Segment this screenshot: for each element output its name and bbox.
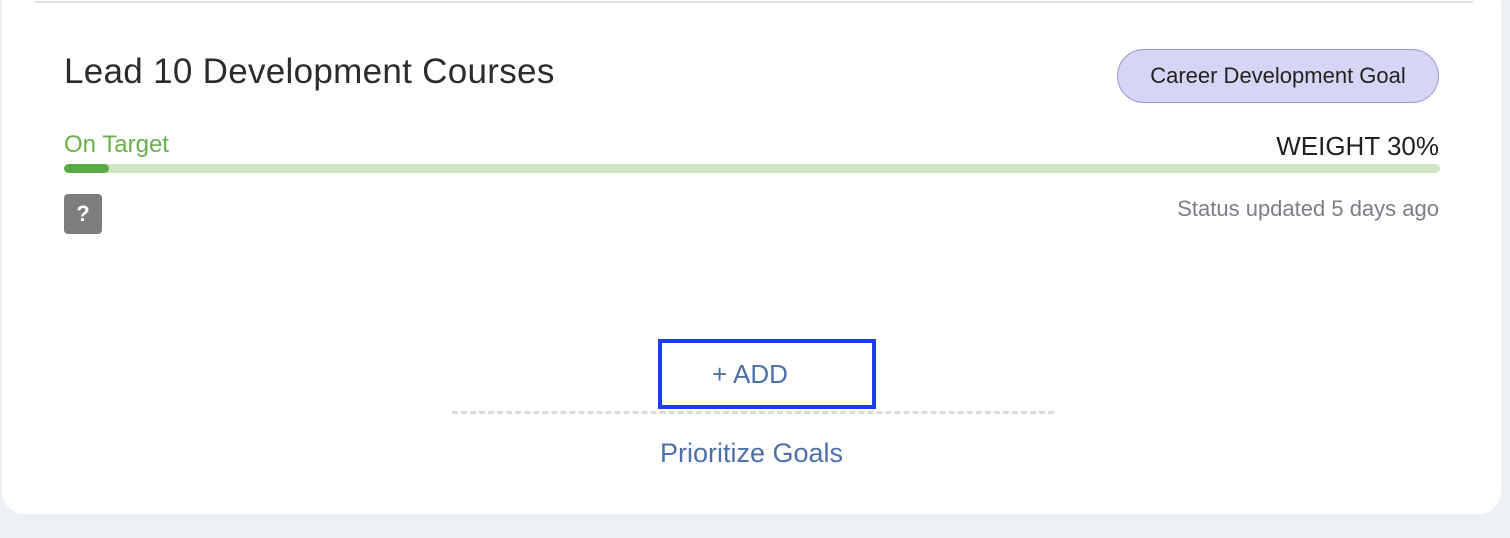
goal-progress-fill [64, 164, 110, 173]
goal-progress-bar [64, 164, 1440, 173]
prioritize-goals-link[interactable]: Prioritize Goals [2, 438, 1501, 469]
status-updated-text: Status updated 5 days ago [1177, 196, 1439, 221]
goal-type-badge[interactable]: Career Development Goal [1117, 49, 1439, 103]
add-goal-button[interactable]: + ADD [658, 339, 876, 409]
dashed-divider [452, 411, 1054, 414]
help-icon[interactable]: ? [64, 194, 102, 234]
goal-card: Lead 10 Development Courses Career Devel… [2, 0, 1501, 514]
top-divider [34, 1, 1473, 3]
goal-weight-label: WEIGHT 30% [1276, 131, 1439, 161]
goal-status-label: On Target [64, 131, 169, 158]
goal-title[interactable]: Lead 10 Development Courses [64, 52, 555, 92]
